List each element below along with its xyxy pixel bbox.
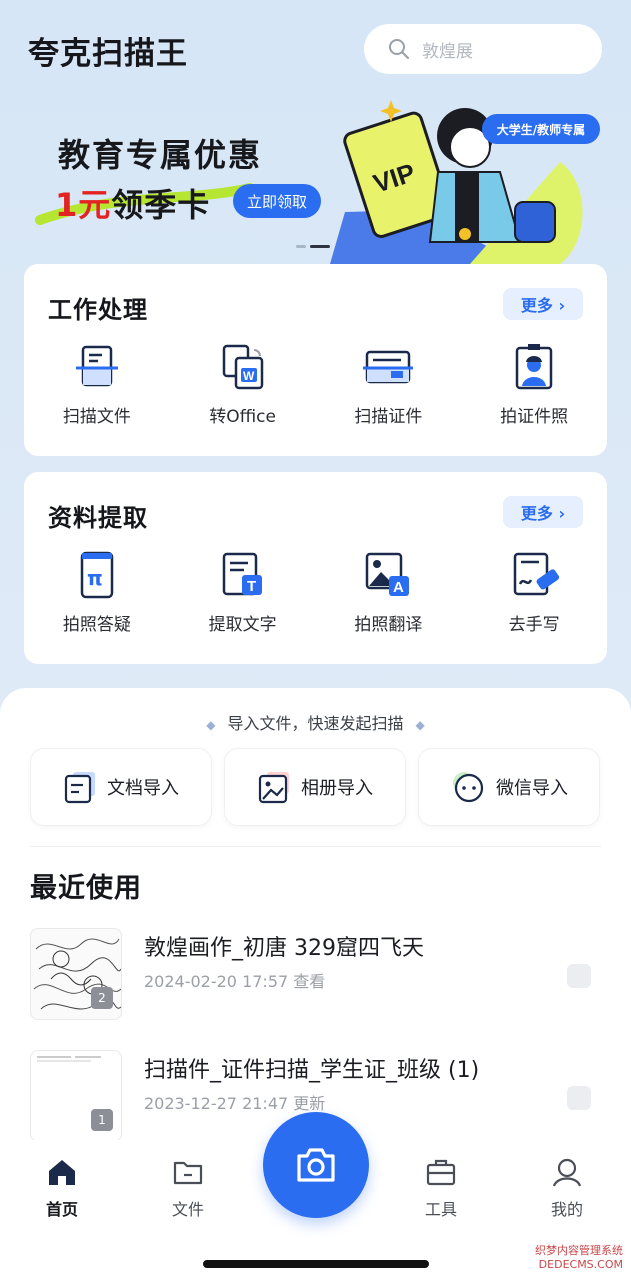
tool-photo-translate[interactable]: A 拍照翻译 <box>316 550 462 635</box>
import-hint: ◆ 导入文件，快速发起扫描 ◆ <box>206 714 425 733</box>
tool-scan-file[interactable]: 扫描文件 <box>24 342 170 427</box>
promo-subline: 1元领季卡 <box>55 180 210 226</box>
recent-item[interactable]: 2 敦煌画作_初唐 329窟四飞天 2024-02-20 17:57 查看 <box>30 928 601 1020</box>
recent-item-meta: 2024-02-20 17:57 查看 <box>144 972 326 991</box>
recent-item-title: 扫描件_证件扫描_学生证_班级 (1) <box>144 1058 480 1083</box>
tool-photo-qa[interactable]: π 拍照答疑 <box>24 550 170 635</box>
carousel-indicator[interactable] <box>296 245 330 248</box>
tab-profile[interactable]: 我的 <box>527 1156 607 1220</box>
carousel-dot[interactable] <box>296 245 306 248</box>
tab-files[interactable]: 文件 <box>148 1156 228 1220</box>
profile-icon <box>552 1158 582 1187</box>
claim-button[interactable]: 立即领取 <box>233 184 321 218</box>
top-header: 夸克扫描王 敦煌展 <box>0 22 631 78</box>
import-label: 相册导入 <box>301 778 373 799</box>
camera-button[interactable] <box>263 1112 369 1218</box>
recent-item-title: 敦煌画作_初唐 329窟四飞天 <box>144 936 424 961</box>
tab-label: 工具 <box>424 1200 457 1219</box>
select-checkbox[interactable] <box>567 1086 591 1110</box>
svg-text:A: A <box>393 579 404 596</box>
home-indicator <box>203 1260 429 1268</box>
recent-item-meta: 2023-12-27 21:47 更新 <box>144 1094 326 1113</box>
tab-label: 首页 <box>45 1200 78 1219</box>
translate-image-icon: A <box>366 552 410 596</box>
folder-icon <box>173 1161 203 1185</box>
work-more-button[interactable]: 更多 › <box>503 288 583 320</box>
svg-text:π: π <box>87 566 103 590</box>
word-doc-icon: W <box>222 344 263 390</box>
tool-extract-text[interactable]: T 提取文字 <box>170 550 316 635</box>
tab-label: 我的 <box>550 1200 583 1219</box>
extract-card: 资料提取 更多 › π 拍照答疑 T 提取文字 A 拍照翻译 去手写 <box>24 472 607 664</box>
extract-card-title: 资料提取 <box>48 504 148 532</box>
tab-home[interactable]: 首页 <box>22 1156 102 1220</box>
promo-banner[interactable]: VIP 教育专属优惠 1元领季卡 立即领取 大学生/教师专属 <box>0 92 631 264</box>
search-bar[interactable]: 敦煌展 <box>364 24 602 74</box>
promo-headline: 教育专属优惠 <box>58 136 263 174</box>
student-teacher-tag: 大学生/教师专属 <box>482 114 600 144</box>
document-import-button[interactable]: 文档导入 <box>30 748 212 826</box>
divider <box>30 846 601 847</box>
diamond-icon: ◆ <box>206 718 216 732</box>
tool-to-office[interactable]: W 转Office <box>170 342 316 427</box>
id-card-icon <box>363 350 414 384</box>
tool-label: 扫描文件 <box>62 407 131 427</box>
page-count-badge: 1 <box>91 1109 113 1131</box>
document-thumbnail: 1 <box>30 1050 122 1142</box>
tool-label: 拍证件照 <box>500 407 569 427</box>
search-icon <box>389 39 409 59</box>
search-placeholder: 敦煌展 <box>422 41 473 62</box>
toolbox-icon <box>426 1159 456 1186</box>
tab-label: 文件 <box>171 1200 204 1219</box>
document-thumbnail: 2 <box>30 928 122 1020</box>
work-card: 工作处理 更多 › 扫描文件 W 转Office 扫描证件 拍证件照 <box>24 264 607 456</box>
document-import-icon <box>64 772 95 804</box>
tool-label: 提取文字 <box>208 615 277 635</box>
camera-icon <box>297 1148 335 1182</box>
text-extract-icon: T <box>222 552 262 596</box>
tool-id-photo[interactable]: 拍证件照 <box>461 342 607 427</box>
wechat-import-button[interactable]: 微信导入 <box>418 748 600 826</box>
tool-label: 拍照答疑 <box>62 615 131 635</box>
bottom-tab-bar: 首页 文件 工具 我的 织梦内容管理系统 DEDECMS.COM <box>0 1112 631 1280</box>
recent-title: 最近使用 <box>30 873 142 904</box>
tool-label: 扫描证件 <box>354 407 423 427</box>
pi-phone-icon: π <box>80 551 114 599</box>
work-card-title: 工作处理 <box>48 296 148 324</box>
tool-label: 去手写 <box>508 615 560 635</box>
svg-text:T: T <box>247 578 256 595</box>
extract-more-button[interactable]: 更多 › <box>503 496 583 528</box>
promo-offer: 领季卡 <box>111 186 211 224</box>
tool-scan-id[interactable]: 扫描证件 <box>316 342 462 427</box>
app-title: 夸克扫描王 <box>28 36 188 72</box>
carousel-dot-active[interactable] <box>310 245 330 248</box>
tool-label: 转Office <box>209 407 276 427</box>
album-import-icon <box>258 772 289 804</box>
watermark: 织梦内容管理系统 DEDECMS.COM <box>535 1244 623 1271</box>
svg-text:W: W <box>243 369 255 383</box>
home-icon <box>49 1160 75 1185</box>
select-checkbox[interactable] <box>567 964 591 988</box>
tool-remove-handwriting[interactable]: 去手写 <box>461 550 607 635</box>
diamond-icon: ◆ <box>415 718 425 732</box>
id-photo-icon <box>515 344 553 390</box>
scan-file-icon <box>75 345 118 387</box>
album-import-button[interactable]: 相册导入 <box>224 748 406 826</box>
import-label: 文档导入 <box>107 778 179 799</box>
import-label: 微信导入 <box>496 778 568 799</box>
tab-tools[interactable]: 工具 <box>401 1156 481 1220</box>
erase-handwriting-icon <box>513 552 560 596</box>
wechat-import-icon <box>453 772 484 803</box>
page-count-badge: 2 <box>91 987 113 1009</box>
tool-label: 拍照翻译 <box>354 615 423 635</box>
promo-price: 1元 <box>55 186 112 224</box>
